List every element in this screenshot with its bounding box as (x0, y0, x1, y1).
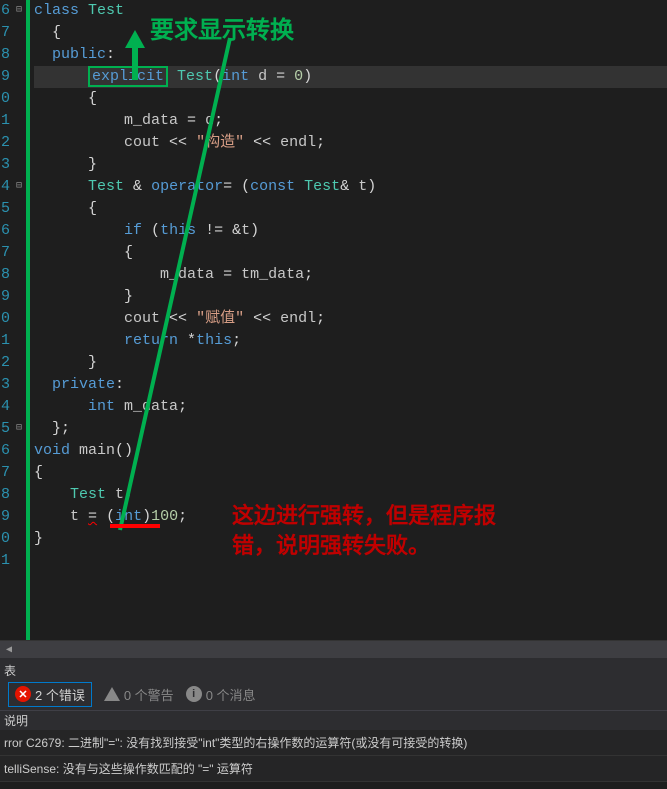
error-list-column-header[interactable]: 说明 (0, 710, 667, 730)
panel-tab[interactable]: 表 (0, 664, 667, 678)
error-count-button[interactable]: ✕ 2 个错误 (8, 682, 92, 707)
line-number-gutter: 67890123456789012345678901 (0, 0, 12, 640)
info-count-label: 0 个消息 (206, 685, 256, 704)
warning-count-label: 0 个警告 (124, 685, 174, 704)
warning-icon (104, 687, 120, 701)
code-editor[interactable]: 67890123456789012345678901 ⊟⊟⊟ class Tes… (0, 0, 667, 640)
error-list[interactable]: rror C2679: 二进制"=": 没有找到接受"int"类型的右操作数的运… (0, 730, 667, 782)
code-content[interactable]: class Test { public: explicit Test(int d… (30, 0, 667, 640)
info-count-button[interactable]: i 0 个消息 (186, 685, 256, 704)
fold-gutter[interactable]: ⊟⊟⊟ (12, 0, 26, 640)
error-count-label: 2 个错误 (35, 685, 85, 704)
error-row[interactable]: telliSense: 没有与这些操作数匹配的 "=" 运算符 (0, 756, 667, 782)
explicit-keyword: explicit (88, 66, 168, 87)
info-icon: i (186, 686, 202, 702)
error-list-toolbar: ✕ 2 个错误 0 个警告 i 0 个消息 (0, 678, 667, 710)
error-icon: ✕ (15, 686, 31, 702)
error-row[interactable]: rror C2679: 二进制"=": 没有找到接受"int"类型的右操作数的运… (0, 730, 667, 756)
warning-count-button[interactable]: 0 个警告 (104, 685, 174, 704)
horizontal-scrollbar[interactable]: ◀ (0, 640, 667, 658)
scroll-left-icon[interactable]: ◀ (0, 641, 18, 659)
